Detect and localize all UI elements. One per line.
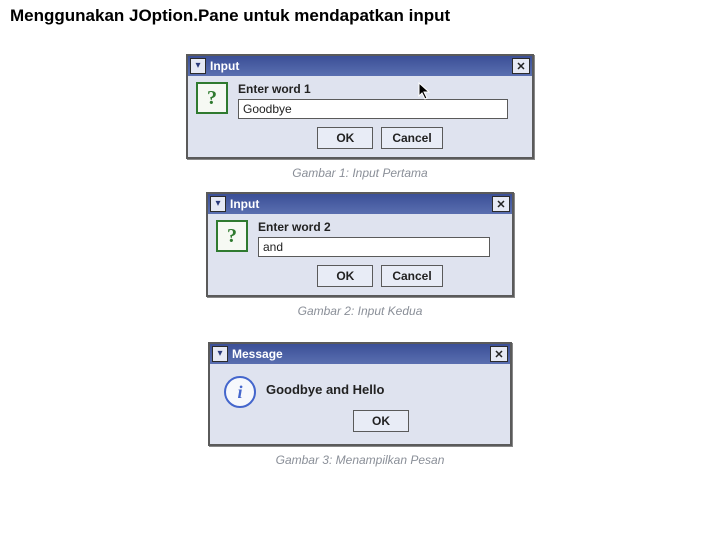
text-input-word2[interactable] (258, 237, 490, 257)
close-icon: ✕ (494, 348, 503, 361)
ok-button[interactable]: OK (317, 265, 373, 287)
dialog-body: i Goodbye and Hello OK (210, 364, 510, 444)
info-icon: i (224, 376, 256, 408)
form-column: Enter word 2 OK Cancel (258, 220, 502, 287)
titlebar: ▾ Input ✕ (208, 194, 512, 214)
window-menu-icon[interactable]: ▾ (210, 196, 226, 212)
ok-button[interactable]: OK (317, 127, 373, 149)
chevron-down-icon: ▾ (217, 349, 222, 359)
input-dialog-1: ▾ Input ✕ ? Enter word 1 OK Cancel (186, 54, 534, 159)
close-icon: ✕ (496, 198, 505, 211)
prompt-label: Enter word 2 (258, 220, 502, 234)
caption-1: Gambar 1: Input Pertama (292, 166, 427, 180)
question-icon: ? (216, 220, 248, 252)
close-button[interactable]: ✕ (490, 346, 508, 362)
message-dialog: ▾ Message ✕ i Goodbye and Hello OK (208, 342, 512, 446)
dialog-title: Input (230, 197, 259, 211)
titlebar-left: ▾ Input (210, 196, 259, 212)
button-row: OK Cancel (238, 127, 522, 149)
titlebar-left: ▾ Input (190, 58, 239, 74)
message-text: Goodbye and Hello (266, 376, 496, 397)
button-row: OK (266, 410, 496, 432)
question-icon: ? (196, 82, 228, 114)
page-heading: Menggunakan JOption.Pane untuk mendapatk… (0, 0, 720, 30)
prompt-label: Enter word 1 (238, 82, 522, 96)
close-icon: ✕ (516, 60, 525, 73)
dialog-title: Input (210, 59, 239, 73)
dialog-body: ? Enter word 1 OK Cancel (188, 76, 532, 157)
window-menu-icon[interactable]: ▾ (212, 346, 228, 362)
button-row: OK Cancel (258, 265, 502, 287)
titlebar: ▾ Message ✕ (210, 344, 510, 364)
cancel-button[interactable]: Cancel (381, 265, 442, 287)
caption-2: Gambar 2: Input Kedua (298, 304, 423, 318)
window-menu-icon[interactable]: ▾ (190, 58, 206, 74)
titlebar: ▾ Input ✕ (188, 56, 532, 76)
close-button[interactable]: ✕ (512, 58, 530, 74)
close-button[interactable]: ✕ (492, 196, 510, 212)
form-column: Enter word 1 OK Cancel (238, 82, 522, 149)
chevron-down-icon: ▾ (195, 61, 200, 71)
cancel-button[interactable]: Cancel (381, 127, 442, 149)
text-input-word1[interactable] (238, 99, 508, 119)
dialog-stack: ▾ Input ✕ ? Enter word 1 OK Cancel Gamba… (0, 54, 720, 473)
dialog-title: Message (232, 347, 283, 361)
caption-3: Gambar 3: Menampilkan Pesan (276, 453, 445, 467)
dialog-body: ? Enter word 2 OK Cancel (208, 214, 512, 295)
titlebar-left: ▾ Message (212, 346, 283, 362)
chevron-down-icon: ▾ (215, 199, 220, 209)
input-dialog-2: ▾ Input ✕ ? Enter word 2 OK Cancel (206, 192, 514, 297)
ok-button[interactable]: OK (353, 410, 409, 432)
form-column: Goodbye and Hello OK (266, 376, 496, 432)
